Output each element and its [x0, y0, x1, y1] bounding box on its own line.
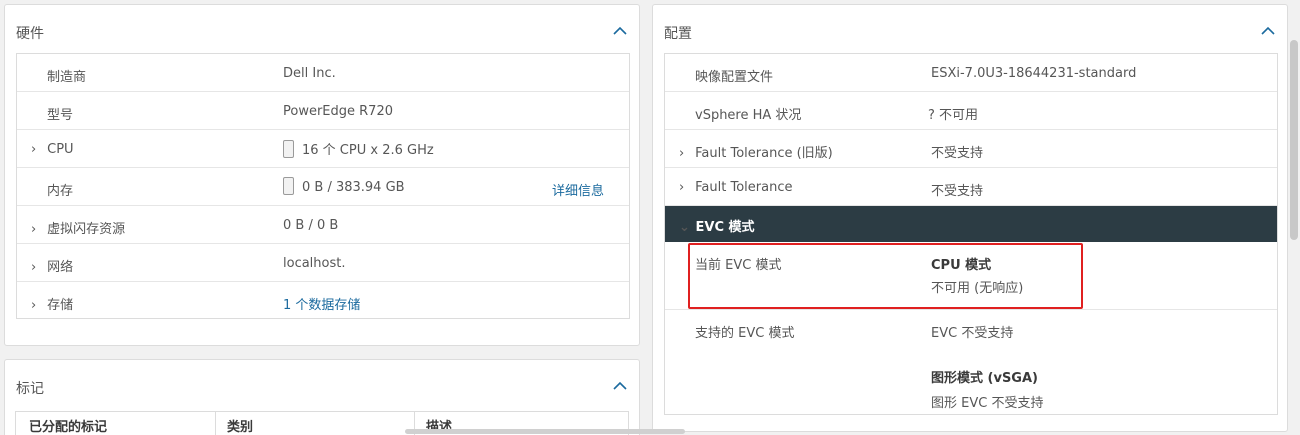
expand-flash[interactable]: › 虚拟闪存资源 — [31, 218, 125, 237]
expand-network[interactable]: › 网络 — [31, 256, 73, 275]
config-row: 映像配置文件 ESXi-7.0U3-18644231-standard — [665, 54, 1277, 92]
chevron-right-icon: › — [31, 222, 37, 237]
chevron-right-icon: › — [31, 260, 37, 275]
config-row: vSphere HA 状况 ? 不可用 — [665, 92, 1277, 130]
evc-mode-toggle[interactable]: ⌄ EVC 模式 — [679, 216, 755, 235]
hardware-label: 虚拟闪存资源 — [47, 222, 126, 237]
evc-supported-row: 支持的 EVC 模式 EVC 不受支持 图形模式 (vSGA) 图形 EVC 不… — [665, 310, 1277, 414]
chevron-right-icon: › — [679, 180, 685, 195]
config-label: Fault Tolerance — [695, 180, 793, 195]
hardware-title: 硬件 — [16, 26, 44, 42]
horizontal-scrollbar[interactable] — [405, 429, 685, 434]
cpu-value: 16 个 CPU x 2.6 GHz — [283, 139, 434, 158]
hardware-label: CPU — [47, 142, 74, 157]
cpu-value-text: 16 个 CPU x 2.6 GHz — [302, 143, 434, 158]
memory-value-text: 0 B / 383.94 GB — [302, 180, 405, 195]
evc-highlight-box — [688, 243, 1083, 309]
expand-ft-legacy[interactable]: › Fault Tolerance (旧版) — [679, 142, 833, 161]
chevron-right-icon: › — [31, 142, 37, 157]
cpu-usage-bar — [283, 140, 294, 158]
collapse-config-chevron-up-icon[interactable] — [1260, 25, 1276, 37]
hardware-row-cpu[interactable]: › CPU 16 个 CPU x 2.6 GHz — [17, 130, 629, 168]
chevron-down-icon: ⌄ — [679, 220, 690, 235]
hardware-row: 制造商 Dell Inc. — [17, 54, 629, 92]
memory-value: 0 B / 383.94 GB — [283, 177, 405, 195]
hardware-value: Dell Inc. — [283, 66, 336, 81]
config-title: 配置 — [664, 26, 692, 42]
hardware-value: 0 B / 0 B — [283, 218, 339, 233]
config-row-ft[interactable]: › Fault Tolerance 不受支持 — [665, 168, 1277, 206]
expand-storage[interactable]: › 存储 — [31, 294, 73, 313]
config-value: 不受支持 — [931, 146, 984, 161]
tags-title: 标记 — [16, 381, 44, 397]
column-assigned-tags[interactable]: 已分配的标记 — [29, 416, 107, 435]
config-grid: 映像配置文件 ESXi-7.0U3-18644231-standard vSph… — [664, 53, 1278, 415]
column-divider[interactable] — [215, 412, 216, 435]
expand-ft[interactable]: › Fault Tolerance — [679, 180, 792, 195]
hardware-label: 网络 — [47, 260, 74, 275]
config-label: vSphere HA 状况 — [695, 108, 802, 123]
hardware-label: 制造商 — [47, 70, 87, 85]
config-value: 不受支持 — [931, 184, 984, 199]
graphics-mode-value: 图形 EVC 不受支持 — [931, 396, 1044, 411]
hardware-card: 硬件 制造商 Dell Inc. 型号 PowerEdge R720 › CPU… — [4, 4, 640, 346]
graphics-mode-title: 图形模式 (vSGA) — [931, 371, 1038, 386]
hardware-row: 型号 PowerEdge R720 — [17, 92, 629, 130]
hardware-label: 存储 — [47, 298, 74, 313]
vertical-scrollbar[interactable] — [1290, 40, 1298, 240]
chevron-right-icon: › — [31, 298, 37, 313]
memory-details-link[interactable]: 详细信息 — [552, 180, 604, 199]
column-category[interactable]: 类别 — [227, 416, 253, 435]
evc-mode-header[interactable]: ⌄ EVC 模式 — [665, 206, 1277, 242]
evc-header-label: EVC 模式 — [695, 220, 755, 235]
config-value: ESXi-7.0U3-18644231-standard — [931, 66, 1137, 81]
hardware-row-memory: 内存 0 B / 383.94 GB 详细信息 — [17, 168, 629, 206]
collapse-tags-chevron-up-icon[interactable] — [612, 380, 628, 392]
expand-cpu[interactable]: › CPU — [31, 142, 74, 157]
hardware-grid: 制造商 Dell Inc. 型号 PowerEdge R720 › CPU 16… — [16, 53, 630, 319]
hardware-value: localhost. — [283, 256, 346, 271]
hardware-label: 内存 — [47, 184, 74, 199]
memory-usage-bar — [283, 177, 294, 195]
hardware-row-storage[interactable]: › 存储 1 个数据存储 — [17, 282, 629, 318]
config-row-ft-legacy[interactable]: › Fault Tolerance (旧版) 不受支持 — [665, 130, 1277, 168]
hardware-label: 型号 — [47, 108, 74, 123]
config-card: 配置 映像配置文件 ESXi-7.0U3-18644231-standard v… — [652, 4, 1288, 432]
config-value: ? 不可用 — [928, 108, 979, 123]
evc-supported-label: 支持的 EVC 模式 — [695, 326, 795, 341]
storage-link[interactable]: 1 个数据存储 — [283, 294, 360, 313]
hardware-row-flash[interactable]: › 虚拟闪存资源 0 B / 0 B — [17, 206, 629, 244]
config-label: 映像配置文件 — [695, 70, 774, 85]
hardware-row-network[interactable]: › 网络 localhost. — [17, 244, 629, 282]
collapse-hardware-chevron-up-icon[interactable] — [612, 25, 628, 37]
evc-supported-value: EVC 不受支持 — [931, 326, 1014, 341]
config-label: Fault Tolerance (旧版) — [695, 146, 833, 161]
chevron-right-icon: › — [679, 146, 685, 161]
hardware-value: PowerEdge R720 — [283, 104, 393, 119]
